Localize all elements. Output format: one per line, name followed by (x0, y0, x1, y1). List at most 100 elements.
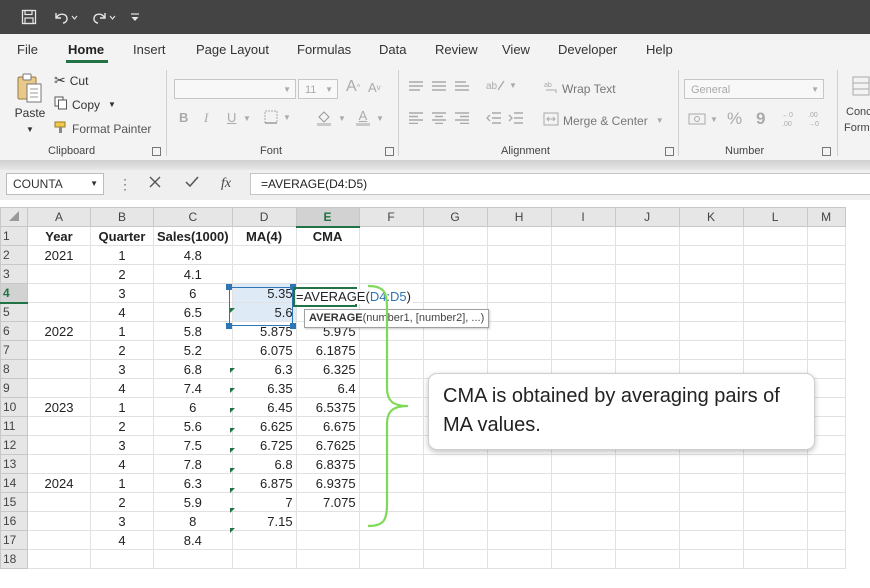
cell[interactable] (614, 283, 680, 303)
align-top-icon[interactable] (408, 80, 424, 92)
row-header-selected[interactable]: 4 (0, 283, 28, 304)
font-launcher-icon[interactable] (385, 147, 394, 156)
cell[interactable] (27, 511, 91, 531)
cell[interactable] (27, 549, 91, 569)
cell[interactable] (27, 378, 91, 398)
cell[interactable] (358, 226, 424, 246)
cell[interactable] (678, 530, 744, 550)
decrease-indent-icon[interactable] (486, 112, 502, 124)
cell[interactable] (806, 492, 846, 512)
cell[interactable] (806, 473, 846, 493)
cell[interactable]: 6.675 (295, 416, 360, 436)
fill-color-button[interactable]: ▼ (316, 110, 346, 126)
cell[interactable]: 7.5 (153, 435, 233, 455)
underline-button[interactable]: U (227, 110, 236, 125)
cell[interactable] (614, 245, 680, 265)
cell[interactable] (422, 473, 488, 493)
cell[interactable]: 3 (90, 359, 154, 379)
paste-dropdown-icon[interactable]: ▼ (26, 125, 34, 134)
cell[interactable] (358, 549, 424, 569)
cell[interactable] (550, 321, 616, 341)
row-header[interactable]: 1 (0, 226, 28, 246)
font-size-combo[interactable]: 11 ▼ (298, 79, 338, 99)
cut-button[interactable]: ✂ Cut (54, 72, 88, 89)
error-indicator-icon[interactable] (230, 428, 235, 433)
row-header[interactable]: 9 (0, 378, 28, 398)
column-header[interactable]: D (231, 207, 297, 227)
cell[interactable] (422, 549, 488, 569)
cell[interactable] (550, 530, 616, 550)
cell[interactable] (27, 283, 91, 303)
cell[interactable]: 4 (90, 530, 154, 550)
cell[interactable] (678, 473, 744, 493)
column-header[interactable]: L (742, 207, 808, 227)
customize-qat-icon[interactable] (128, 6, 142, 28)
cell[interactable]: 4 (90, 378, 154, 398)
clipboard-launcher-icon[interactable] (152, 147, 161, 156)
cell[interactable] (614, 321, 680, 341)
cell[interactable] (678, 492, 744, 512)
range-handle[interactable] (226, 323, 232, 329)
cell[interactable] (678, 226, 744, 246)
format-painter-button[interactable]: Format Painter (54, 120, 151, 137)
cell[interactable] (153, 549, 233, 569)
cell[interactable] (486, 340, 552, 360)
cell[interactable] (742, 492, 808, 512)
row-header[interactable]: 5 (0, 302, 28, 322)
row-header[interactable]: 18 (0, 549, 28, 569)
cell[interactable]: MA(4) (231, 226, 297, 246)
row-header[interactable]: 13 (0, 454, 28, 474)
cell[interactable]: Year (27, 226, 91, 246)
cell[interactable] (486, 530, 552, 550)
cell[interactable] (806, 321, 846, 341)
cell[interactable] (550, 302, 616, 322)
borders-button[interactable]: ▼ (264, 110, 291, 124)
cell[interactable] (295, 530, 360, 550)
cell[interactable] (27, 264, 91, 284)
cell[interactable]: 6.3 (231, 359, 297, 379)
conditional-formatting-icon[interactable] (852, 76, 870, 96)
cell[interactable]: 2 (90, 264, 154, 284)
cell[interactable] (550, 226, 616, 246)
cell[interactable]: 5.9 (153, 492, 233, 512)
column-header[interactable]: G (422, 207, 488, 227)
cell[interactable] (806, 226, 846, 246)
cell[interactable] (806, 283, 846, 303)
cell[interactable] (422, 454, 488, 474)
row-header[interactable]: 2 (0, 245, 28, 265)
cell[interactable]: 6.7625 (295, 435, 360, 455)
cell[interactable] (614, 492, 680, 512)
cell[interactable] (358, 245, 424, 265)
menu-home[interactable]: Home (68, 42, 104, 57)
cell[interactable] (742, 530, 808, 550)
cell[interactable] (614, 226, 680, 246)
column-header[interactable]: K (678, 207, 744, 227)
cell[interactable] (422, 283, 488, 303)
error-indicator-icon[interactable] (230, 408, 235, 413)
cell[interactable] (742, 226, 808, 246)
cell[interactable]: 6.8 (231, 454, 297, 474)
error-indicator-icon[interactable] (230, 468, 235, 473)
cell[interactable]: 8 (153, 511, 233, 531)
cell[interactable]: 7 (231, 492, 297, 512)
cell[interactable] (27, 530, 91, 550)
cell[interactable] (550, 340, 616, 360)
comma-style-button[interactable]: 9 (756, 109, 765, 129)
cell[interactable] (295, 264, 360, 284)
more-options-icon[interactable]: ⋮ (118, 176, 132, 193)
cell[interactable]: 2021 (27, 245, 91, 265)
column-header[interactable]: A (27, 207, 91, 227)
cell[interactable] (358, 530, 424, 550)
cell[interactable] (678, 302, 744, 322)
cell[interactable] (422, 511, 488, 531)
number-format-combo[interactable]: General ▼ (684, 79, 824, 99)
row-header[interactable]: 15 (0, 492, 28, 512)
error-indicator-icon[interactable] (230, 388, 235, 393)
cell[interactable]: 6.8375 (295, 454, 360, 474)
cell[interactable] (486, 264, 552, 284)
cell[interactable] (614, 454, 680, 474)
error-indicator-icon[interactable] (230, 368, 235, 373)
cell[interactable]: 5.6 (153, 416, 233, 436)
cell[interactable] (486, 321, 552, 341)
align-center-icon[interactable] (431, 112, 447, 124)
